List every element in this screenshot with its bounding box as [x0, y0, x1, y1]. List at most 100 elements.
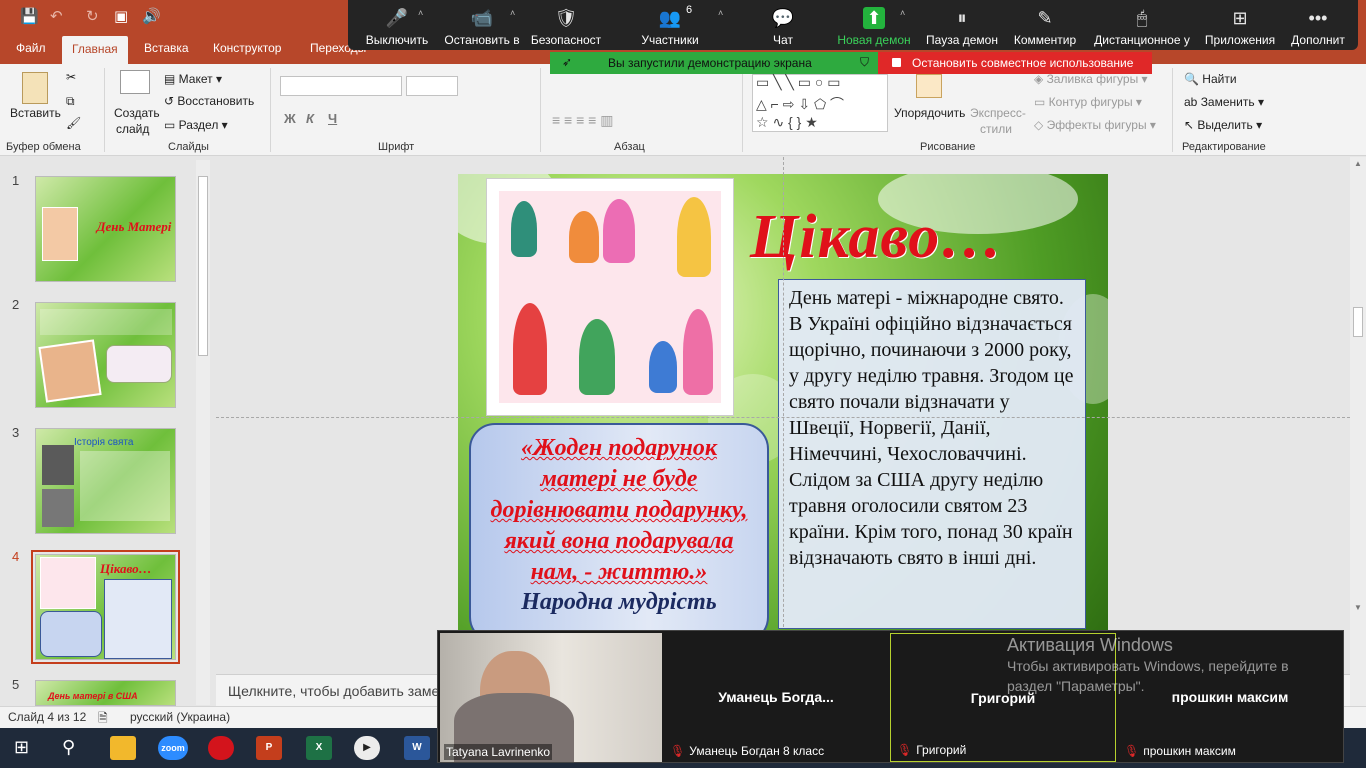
- slide-thumbnail-1[interactable]: День Матері: [35, 176, 176, 282]
- undo-icon[interactable]: ↶: [50, 8, 63, 26]
- mouse-icon: 🖱: [1136, 8, 1148, 28]
- italic-button[interactable]: К: [306, 111, 314, 126]
- quick-styles-label-1[interactable]: Экспресс-: [970, 106, 1026, 120]
- mic-muted-icon: 🎙: [1124, 744, 1140, 758]
- redo-icon[interactable]: ↻: [86, 8, 99, 26]
- shield-check-icon: ⛉: [860, 55, 870, 69]
- thumbnail-photo: [42, 207, 78, 261]
- tab-insert[interactable]: Вставка: [144, 41, 189, 55]
- opera-icon[interactable]: [208, 736, 234, 760]
- shapes-row-1: ▭ ╲ ╲ ▭ ○ ▭: [756, 74, 841, 90]
- align-buttons[interactable]: ≡ ≡ ≡ ≡ ▥: [552, 112, 613, 129]
- chevron-down-icon[interactable]: ˄: [510, 8, 515, 18]
- language-indicator[interactable]: русский (Украина): [130, 710, 230, 724]
- section-button[interactable]: ▭ Раздел ▾: [164, 118, 228, 132]
- sound-icon[interactable]: 🔊: [142, 8, 161, 26]
- participant-label: 🎙 Григорий: [897, 743, 967, 757]
- excel-icon[interactable]: X: [306, 736, 332, 760]
- thumbnail-title: День Матері: [96, 219, 172, 234]
- font-size-select[interactable]: [406, 76, 458, 96]
- scrollbar-thumb[interactable]: [1353, 307, 1363, 337]
- new-slide-label-1[interactable]: Создать: [114, 106, 160, 120]
- divider: [742, 68, 743, 152]
- scrollbar-thumb[interactable]: [198, 176, 208, 356]
- participants-button[interactable]: 👥 Участники: [630, 0, 710, 50]
- video-tile-self[interactable]: Tatyana Lavrinenko: [440, 633, 662, 762]
- pause-share-button[interactable]: ⏸ Пауза демон: [922, 0, 1002, 50]
- arrange-icon[interactable]: [916, 74, 942, 98]
- quote-box[interactable]: «Жоден подарунок матері не буде дорівнюв…: [469, 423, 769, 630]
- pin-icon[interactable]: ➶: [562, 55, 572, 69]
- bold-button[interactable]: Ж: [284, 111, 296, 126]
- video-tile[interactable]: Уманець Богда... 🎙 Уманець Богдан 8 класс: [664, 633, 888, 762]
- scroll-up-icon[interactable]: ▲: [1354, 159, 1362, 168]
- mute-button[interactable]: 🎤 Выключить: [356, 0, 438, 50]
- microphone-icon: 🎤: [385, 8, 409, 28]
- tab-home[interactable]: Главная: [62, 36, 128, 64]
- more-button[interactable]: ••• Дополнит: [1282, 0, 1354, 50]
- slide-thumbnail-3[interactable]: Історія свята: [35, 428, 176, 534]
- windows-start-icon[interactable]: ⊞: [14, 737, 29, 758]
- paste-icon[interactable]: [22, 72, 48, 104]
- scroll-down-icon[interactable]: ▼: [1354, 603, 1362, 612]
- slide-body-textbox[interactable]: День матері - міжнародне свято. В Україн…: [778, 279, 1086, 629]
- chat-button[interactable]: 💬 Чат: [752, 0, 814, 50]
- chevron-down-icon[interactable]: ˄: [900, 8, 905, 18]
- shape-effects-button[interactable]: ◇ Эффекты фигуры ▾: [1034, 118, 1156, 132]
- shape-fill-button[interactable]: ◈ Заливка фигуры ▾: [1034, 72, 1148, 86]
- mothers-children-picture[interactable]: [486, 178, 734, 416]
- thumbnail-title: Історія свята: [74, 437, 134, 448]
- group-label-font: Шрифт: [378, 141, 415, 153]
- annotate-button[interactable]: ✎ Комментир: [1008, 0, 1082, 50]
- ribbon: Вставить ✂ ⧉ 🖌 Буфер обмена Создать слай…: [0, 64, 1366, 156]
- find-button[interactable]: 🔍 Найти: [1184, 72, 1237, 86]
- select-button[interactable]: ↖ Выделить ▾: [1184, 118, 1262, 132]
- chevron-down-icon[interactable]: ˄: [718, 8, 723, 18]
- underline-button[interactable]: Ч: [328, 111, 337, 126]
- quick-styles-label-2[interactable]: стили: [980, 122, 1012, 136]
- group-label-editing: Редактирование: [1182, 141, 1266, 153]
- figure: [677, 197, 711, 277]
- figure: [513, 303, 547, 395]
- copy-icon[interactable]: ⧉: [66, 94, 75, 109]
- vertical-guide[interactable]: [783, 157, 784, 627]
- tab-design[interactable]: Конструктор: [213, 41, 281, 55]
- pencil-icon: ✎: [1037, 8, 1053, 28]
- layout-button[interactable]: ▤ Макет ▾: [164, 72, 222, 86]
- slide-scrollbar[interactable]: ▲ ▼: [1350, 157, 1366, 706]
- zoom-app-icon[interactable]: zoom: [158, 736, 188, 760]
- notes-placeholder: Щелкните, чтобы добавить заметки: [228, 683, 460, 699]
- security-button[interactable]: 🛡 Безопасност: [528, 0, 604, 50]
- media-player-icon[interactable]: ▶: [354, 736, 380, 760]
- new-slide-label-2[interactable]: слайд: [116, 122, 149, 136]
- save-icon[interactable]: 💾: [20, 8, 39, 26]
- reset-button[interactable]: ↺ Восстановить: [164, 94, 254, 108]
- paste-button[interactable]: Вставить: [10, 106, 61, 120]
- slide-thumbnail-4[interactable]: Цікаво…: [31, 550, 180, 664]
- stop-share-button[interactable]: Остановить совместное использование: [878, 52, 1152, 74]
- search-icon[interactable]: ⚲: [62, 737, 75, 758]
- new-slide-icon[interactable]: [120, 70, 150, 94]
- accessibility-icon[interactable]: 🗎: [98, 709, 108, 730]
- slide-thumbnail-5[interactable]: День матері в США: [35, 680, 176, 706]
- slide-thumbnail-2[interactable]: [35, 302, 176, 408]
- format-painter-icon[interactable]: 🖌: [66, 116, 81, 130]
- font-family-select[interactable]: [280, 76, 402, 96]
- file-explorer-icon[interactable]: [110, 736, 136, 760]
- present-from-start-icon[interactable]: ▣: [114, 8, 128, 26]
- remote-control-button[interactable]: 🖱 Дистанционное у: [1088, 0, 1196, 50]
- chevron-down-icon[interactable]: ˄: [418, 8, 423, 18]
- apps-button[interactable]: ⊞ Приложения: [1200, 0, 1280, 50]
- cut-icon[interactable]: ✂: [66, 70, 76, 84]
- slide-number: 1: [12, 173, 20, 188]
- figure: [511, 201, 537, 257]
- arrange-button[interactable]: Упорядочить: [894, 106, 965, 120]
- word-icon[interactable]: W: [404, 736, 430, 760]
- shapes-row-3: ☆ ∿ { } ★: [756, 114, 818, 130]
- replace-button[interactable]: ab Заменить ▾: [1184, 95, 1264, 109]
- shape-outline-button[interactable]: ▭ Контур фигуры ▾: [1034, 95, 1142, 109]
- slide-title[interactable]: Цікаво…: [750, 202, 1003, 273]
- powerpoint-icon[interactable]: P: [256, 736, 282, 760]
- tab-file[interactable]: Файл: [16, 41, 46, 55]
- thumbnails-scrollbar[interactable]: [196, 160, 210, 705]
